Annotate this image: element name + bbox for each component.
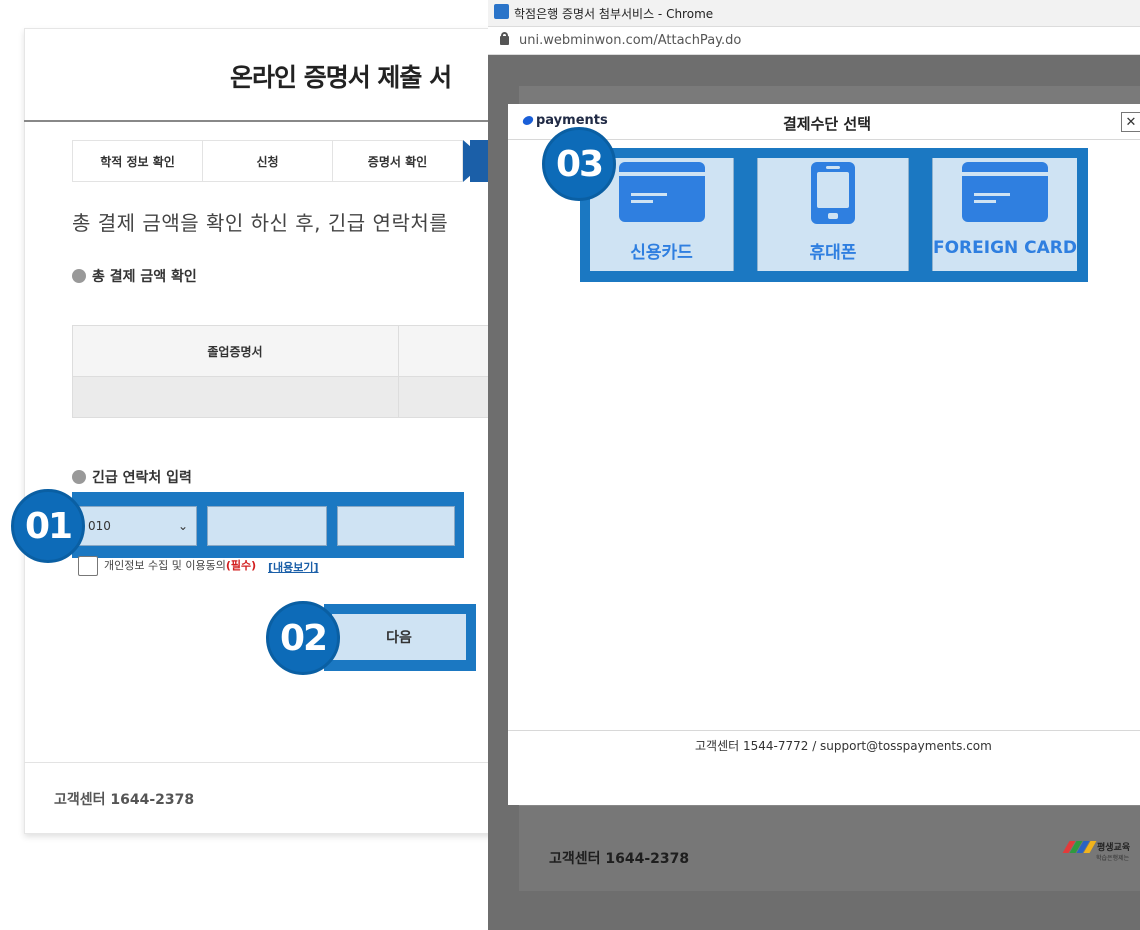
window-title: 학점은행 증명서 첨부서비스 - Chrome [514,7,714,21]
consent-checkbox[interactable] [78,556,98,576]
next-button[interactable]: 다음 [332,614,466,660]
option-divider [733,158,734,271]
url-text: uni.webminwon.com/AttachPay.do [519,33,742,48]
title-divider [24,120,494,122]
step-badge-03: 03 [542,127,616,201]
step-certificate-check: 증명서 확인 [332,140,463,182]
option-divider [908,158,909,271]
consent-view-link[interactable]: [내용보기] [268,559,319,575]
phone-prefix-value: 010 [88,519,111,533]
table-cell-divider [398,376,399,418]
credit-card-icon [618,162,705,222]
consent-label: 개인정보 수집 및 이용동의(필수) [104,557,256,573]
customer-center-text: 고객센터 1644-2378 [54,792,195,808]
payment-notice: 총 결제 금액을 확인 하신 후, 긴급 연락처를 [72,211,449,235]
modal-footer-text: 고객센터 1544-7772 / support@tosspayments.co… [695,739,992,753]
section-emergency-contact: 긴급 연락처 입력 [72,467,192,487]
logo-text: 평생교육 [1097,843,1131,853]
logo-subtext: 학습은행제는 [1096,855,1130,862]
bullet-icon [72,470,86,484]
payment-option-label: 신용카드 [630,243,693,263]
step-badge-02: 02 [266,601,340,675]
payments-logo-icon [521,116,535,125]
section-total-payment: 총 결제 금액 확인 [72,266,197,286]
app-icon [494,4,509,19]
modal-footer-divider [508,730,1140,731]
dimmed-page-top [519,86,1140,106]
credit-card-icon [962,162,1048,222]
payment-option-label: FOREIGN CARD [932,238,1078,258]
step-student-info: 학적 정보 확인 [72,140,203,182]
phone-last-input[interactable] [337,506,455,546]
bullet-icon [72,269,86,283]
table-header-cell: 졸업증명서 [72,325,399,377]
payment-option-mobile[interactable]: 휴대폰 [758,158,908,271]
lifelong-education-logo: 평생교육 학습은행제는 [1062,840,1131,862]
payment-option-label: 휴대폰 [809,243,857,263]
consent-text: 개인정보 수집 및 이용동의 [104,559,226,572]
chevron-down-icon: ⌄ [177,519,188,533]
page-title: 온라인 증명서 제출 서 [230,63,452,92]
consent-required: (필수) [225,559,257,572]
close-icon[interactable]: ✕ [1121,112,1140,132]
table-row [72,376,492,418]
section-heading: 총 결제 금액 확인 [92,269,197,285]
footer-divider [24,762,494,763]
section-heading: 긴급 연락처 입력 [92,470,192,486]
payment-option-foreign-card[interactable]: FOREIGN CARD [933,158,1077,271]
mobile-phone-icon [811,162,855,224]
lock-icon [500,36,509,45]
step-badge-01: 01 [11,489,85,563]
step-apply: 신청 [202,140,333,182]
payments-brand: payments [521,113,608,128]
brand-text: payments [536,113,608,128]
modal-title: 결제수단 선택 [783,115,872,133]
phone-prefix-select[interactable]: 010 ⌄ [79,506,197,546]
customer-center-text: 고객센터 1644-2378 [549,851,690,867]
phone-middle-input[interactable] [207,506,327,546]
